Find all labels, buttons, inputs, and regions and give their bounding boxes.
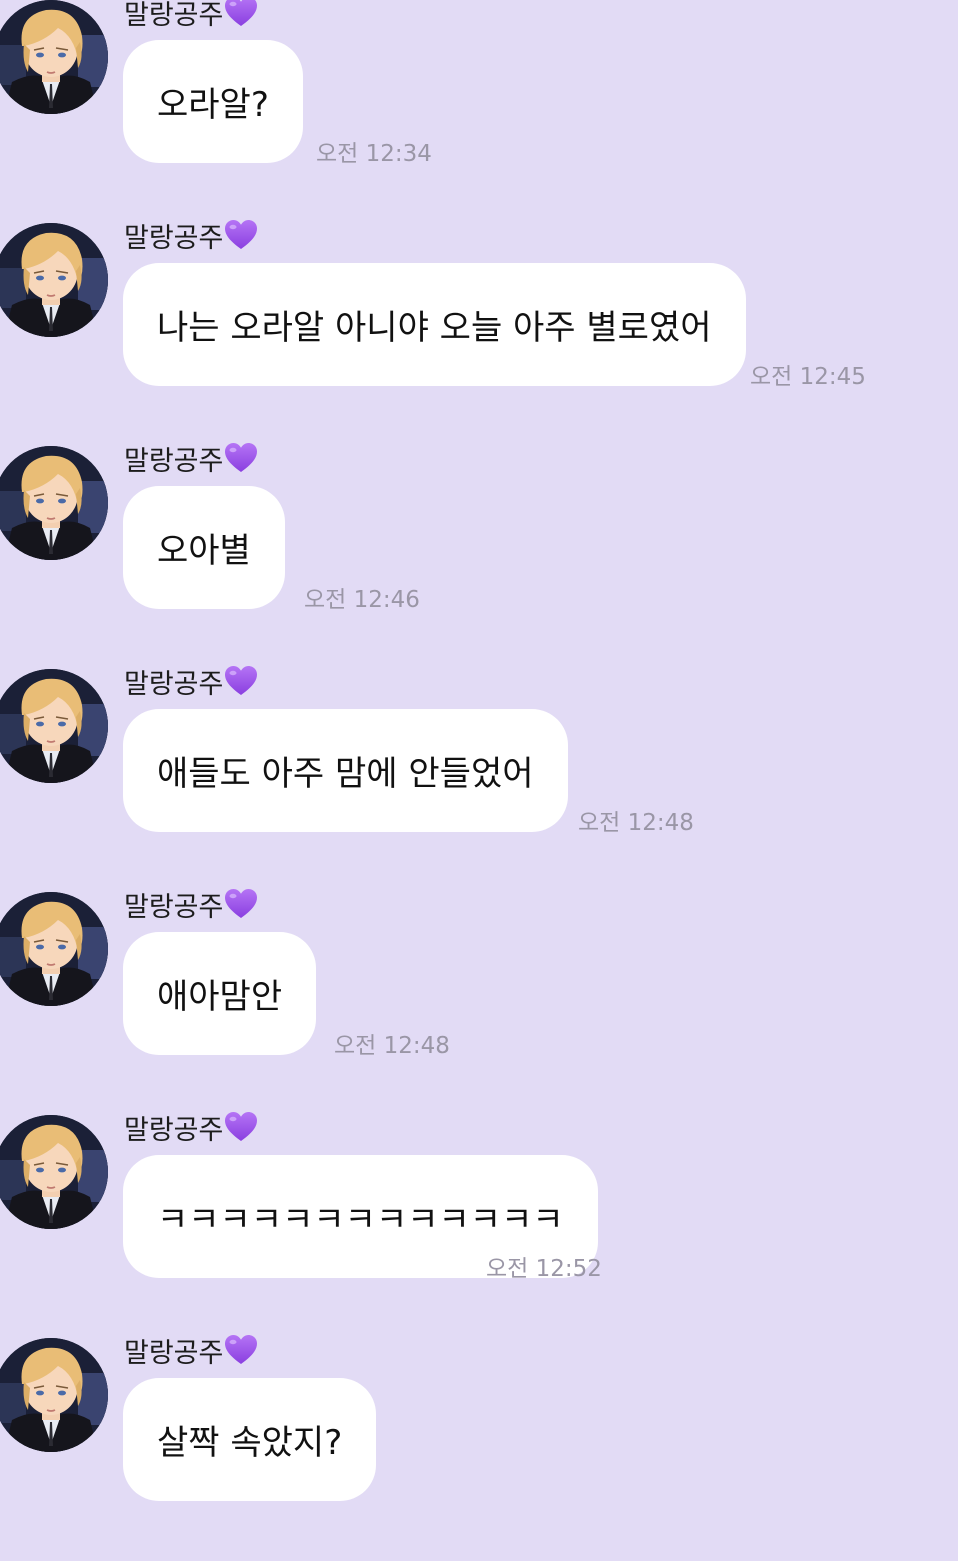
message-bubble[interactable]: 애아맘안 bbox=[123, 932, 317, 1055]
profile-avatar-icon[interactable] bbox=[0, 446, 108, 560]
sender-name: 말랑공주 bbox=[124, 884, 258, 924]
purple-heart-icon bbox=[224, 442, 258, 474]
profile-avatar-icon[interactable] bbox=[0, 669, 108, 783]
sender-name-text: 말랑공주 bbox=[124, 668, 224, 700]
message-bubble[interactable]: 오아별 bbox=[123, 486, 285, 609]
sender-name: 말랑공주 bbox=[124, 1330, 258, 1370]
sender-name: 말랑공주 bbox=[124, 1107, 258, 1147]
message-1: 말랑공주 오라알? 오전 12:34 bbox=[0, 0, 958, 223]
profile-avatar-icon[interactable] bbox=[0, 1115, 108, 1229]
message-bubble[interactable]: 살짝 속았지? bbox=[123, 1378, 377, 1501]
purple-heart-icon bbox=[224, 0, 258, 28]
profile-avatar-icon[interactable] bbox=[0, 1338, 108, 1452]
profile-avatar-icon[interactable] bbox=[0, 892, 108, 1006]
message-timestamp: 오전 12:48 bbox=[578, 810, 694, 836]
purple-heart-icon bbox=[224, 665, 258, 697]
profile-avatar-icon[interactable] bbox=[0, 0, 108, 114]
sender-name-text: 말랑공주 bbox=[124, 1337, 224, 1369]
message-3: 말랑공주 오아별 오전 12:46 bbox=[0, 446, 958, 669]
message-timestamp: 오전 12:45 bbox=[750, 364, 866, 390]
message-4: 말랑공주 애들도 아주 맘에 안들었어 오전 12:48 bbox=[0, 669, 958, 892]
message-bubble[interactable]: 애들도 아주 맘에 안들었어 bbox=[123, 709, 568, 832]
sender-name-text: 말랑공주 bbox=[124, 891, 224, 923]
purple-heart-icon bbox=[224, 219, 258, 251]
sender-name-text: 말랑공주 bbox=[124, 222, 224, 254]
sender-name-text: 말랑공주 bbox=[124, 0, 224, 31]
purple-heart-icon bbox=[224, 1334, 258, 1366]
purple-heart-icon bbox=[224, 888, 258, 920]
message-timestamp: 오전 12:48 bbox=[334, 1033, 450, 1059]
message-2: 말랑공주 나는 오라알 아니야 오늘 아주 별로였어 오전 12:45 bbox=[0, 223, 958, 446]
message-6: 말랑공주 ㅋㅋㅋㅋㅋㅋㅋㅋㅋㅋㅋㅋㅋ 오전 12:52 bbox=[0, 1115, 958, 1338]
purple-heart-icon bbox=[224, 1111, 258, 1143]
sender-name-text: 말랑공주 bbox=[124, 1114, 224, 1146]
message-bubble[interactable]: 오라알? bbox=[123, 40, 303, 163]
sender-name: 말랑공주 bbox=[124, 661, 258, 701]
sender-name: 말랑공주 bbox=[124, 438, 258, 478]
message-bubble[interactable]: 나는 오라알 아니야 오늘 아주 별로였어 bbox=[123, 263, 746, 386]
message-7: 말랑공주 살짝 속았지? bbox=[0, 1338, 958, 1561]
sender-name: 말랑공주 bbox=[124, 0, 258, 32]
profile-avatar-icon[interactable] bbox=[0, 223, 108, 337]
message-timestamp: 오전 12:46 bbox=[304, 587, 420, 613]
message-5: 말랑공주 애아맘안 오전 12:48 bbox=[0, 892, 958, 1115]
sender-name: 말랑공주 bbox=[124, 215, 258, 255]
sender-name-text: 말랑공주 bbox=[124, 445, 224, 477]
message-timestamp: 오전 12:52 bbox=[486, 1256, 602, 1282]
message-timestamp: 오전 12:34 bbox=[316, 141, 432, 167]
